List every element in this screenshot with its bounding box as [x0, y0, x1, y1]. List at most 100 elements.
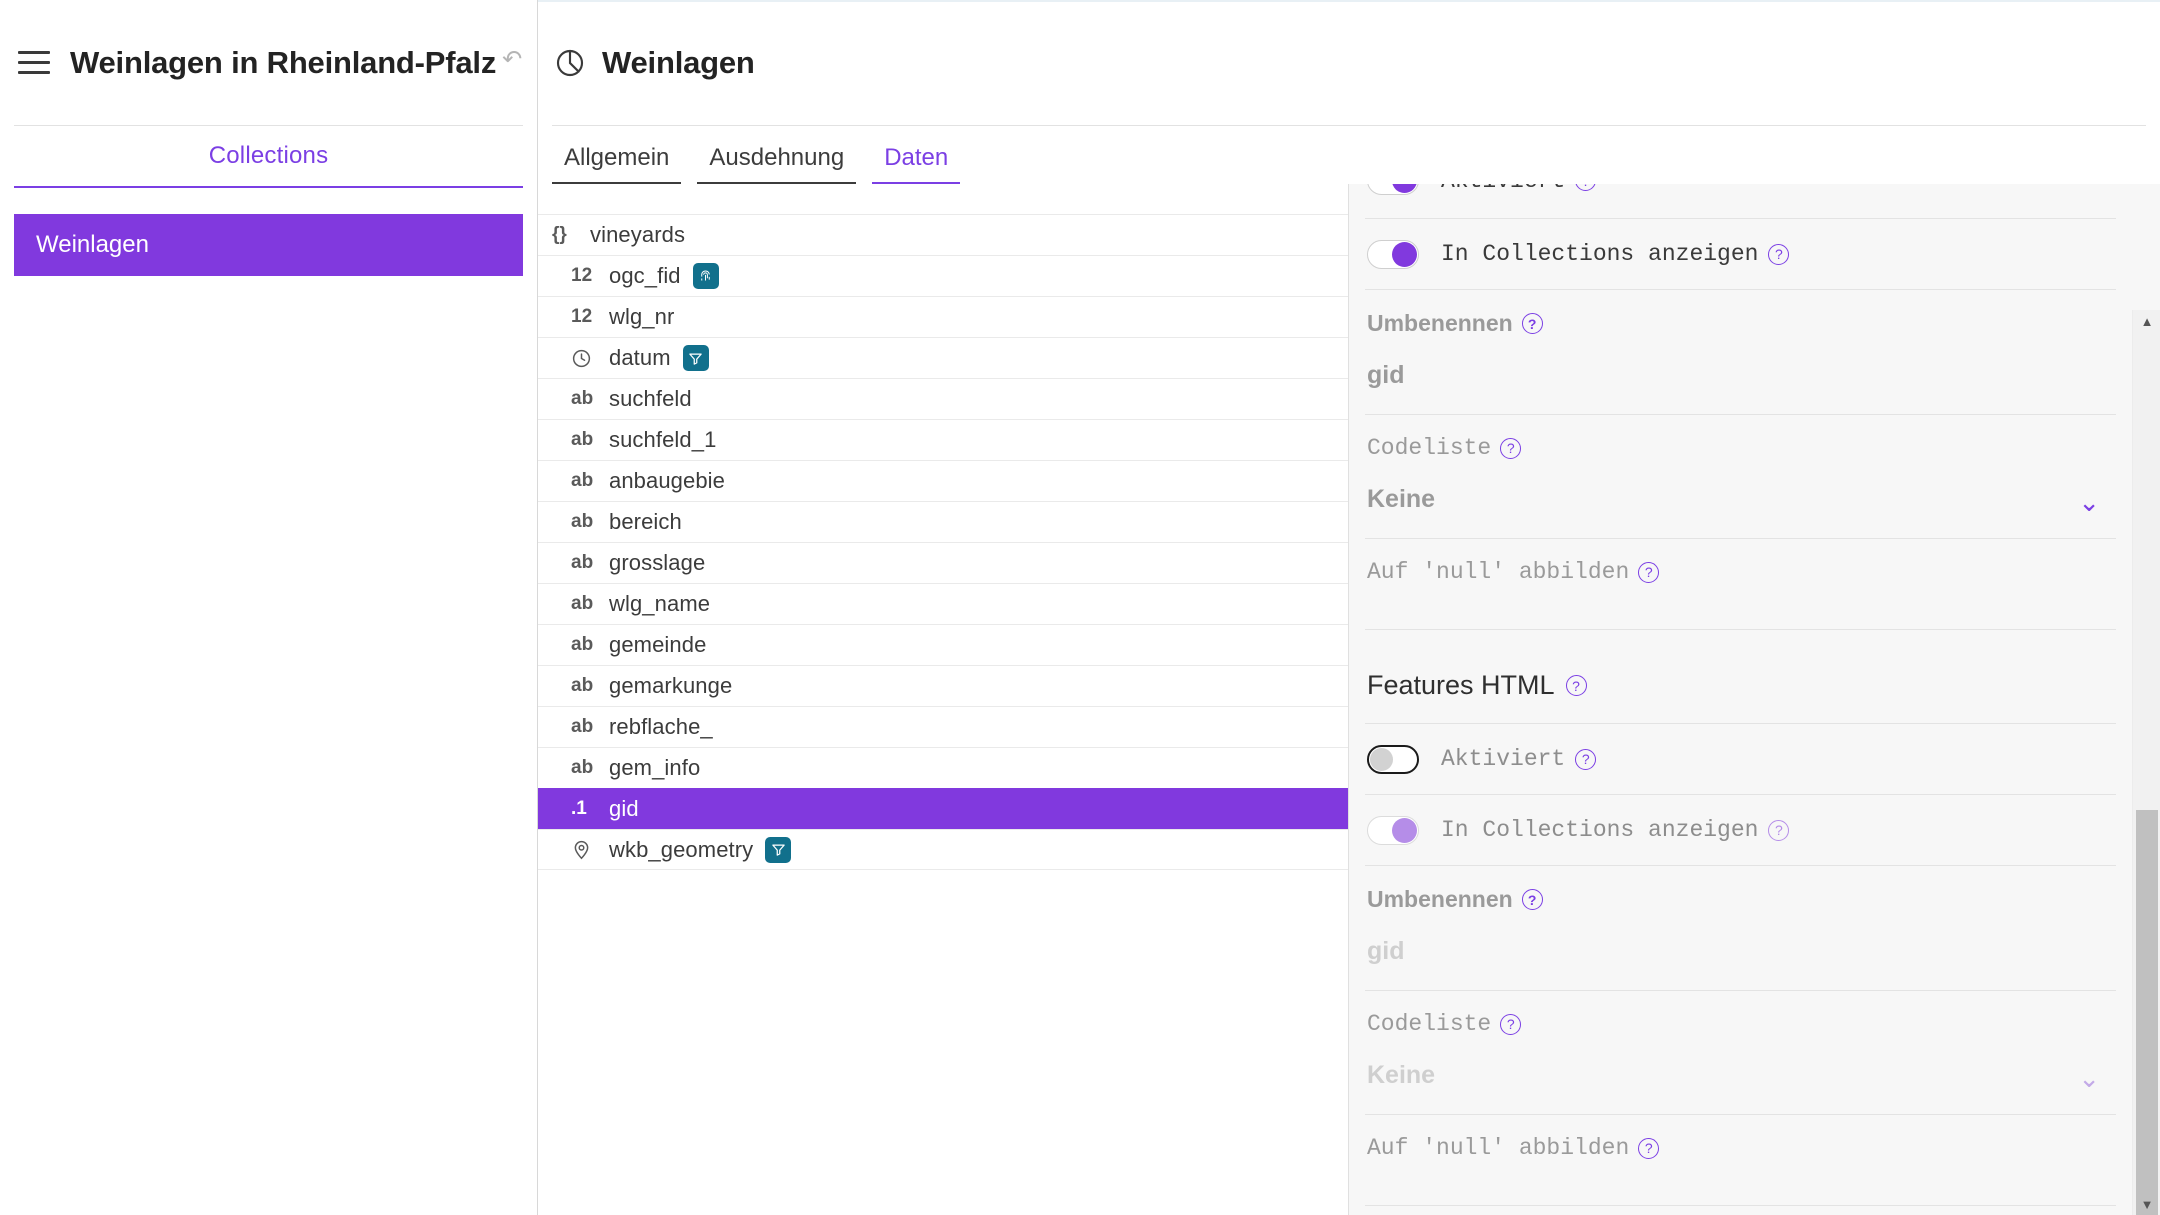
field-name: vineyards [590, 222, 686, 247]
fingerprint-icon[interactable] [692, 263, 719, 289]
question-mark-circle-icon[interactable]: ? [1521, 889, 1543, 910]
codelist-label-features: Codeliste ? [1367, 1011, 2114, 1037]
tab-ausdehnung[interactable]: Ausdehnung [697, 144, 857, 184]
question-mark-circle-icon[interactable]: ? [1565, 675, 1587, 696]
question-mark-circle-icon[interactable]: ? [1500, 1013, 1522, 1035]
field-type-string: ab [571, 675, 594, 696]
field-row-gid[interactable]: .1 gid [538, 788, 1348, 829]
map-to-null-label-top-text: Auf 'null' abbilden [1367, 559, 1630, 585]
field-type-string: ab [571, 716, 594, 737]
vertical-scrollbar[interactable]: ▲ ▼ [2132, 310, 2160, 1215]
codelist-value-features: Keine [1367, 1061, 1436, 1089]
enabled-toggle-features[interactable] [1367, 744, 1419, 774]
enabled-label-features-text: Aktiviert [1441, 746, 1566, 772]
field-row-rebflache_[interactable]: ab rebflache_ [538, 706, 1348, 747]
enabled-label-top-text: Aktiviert [1441, 184, 1565, 194]
rename-row-features: Umbenennen ? gid [1365, 866, 2116, 991]
field-name: gem_info [609, 755, 701, 780]
undo-icon[interactable]: ↶ [502, 47, 522, 72]
field-row-gemarkunge[interactable]: ab gemarkunge [538, 665, 1348, 706]
enabled-label-top: Aktiviert ? [1441, 184, 1597, 194]
map-to-null-label-features: Auf 'null' abbilden ? [1367, 1135, 2114, 1161]
show-in-collections-toggle-features[interactable] [1367, 815, 1419, 845]
enabled-toggle-top[interactable] [1367, 184, 1419, 195]
filter-icon[interactable] [682, 345, 709, 371]
rename-input-top[interactable]: gid [1367, 361, 2114, 394]
sidebar-header: Weinlagen in Rheinland-Pfalz ↶ [0, 0, 537, 125]
schema-field-list: {} vineyards 12 ogc_fid 12 wlg_nrdatum ab suchf… [538, 184, 1348, 1215]
scroll-up-arrow[interactable]: ▲ [2133, 310, 2160, 332]
field-type-string: ab [571, 429, 594, 450]
map-to-null-label-top: Auf 'null' abbilden ? [1367, 559, 2114, 585]
field-row-gem_info[interactable]: ab gem_info [538, 747, 1348, 788]
codelist-row-top: Codeliste ? Keine ⌄ [1365, 415, 2116, 539]
main-panel: Weinlagen Allgemein Ausdehnung Daten {} v… [538, 0, 2160, 1215]
field-row-vineyards[interactable]: {} vineyards [538, 214, 1348, 255]
field-row-bereich[interactable]: ab bereich [538, 501, 1348, 542]
field-row-suchfeld[interactable]: ab suchfeld [538, 378, 1348, 419]
field-name: anbaugebie [609, 468, 726, 493]
features-html-title-text: Features HTML [1367, 670, 1555, 700]
show-in-collections-label-top-text: In Collections anzeigen [1441, 241, 1759, 267]
enabled-label-features: Aktiviert ? [1441, 746, 1597, 772]
codelist-label-features-text: Codeliste [1367, 1011, 1492, 1037]
field-row-wkb_geometry[interactable]: wkb_geometry [538, 829, 1348, 870]
enabled-row-top: Aktiviert ? [1365, 184, 2116, 219]
hamburger-icon[interactable] [18, 48, 52, 78]
tab-collections[interactable]: Collections [209, 142, 329, 170]
field-row-suchfeld_1[interactable]: ab suchfeld_1 [538, 419, 1348, 460]
property-settings-content: Aktiviert ? In Collections anzeigen ? [1349, 184, 2132, 1206]
filter-icon[interactable] [765, 836, 792, 863]
field-row-ogc_fid[interactable]: 12 ogc_fid [538, 255, 1348, 296]
sidebar-item-weinlagen[interactable]: Weinlagen [14, 214, 523, 276]
field-row-anbaugebie[interactable]: ab anbaugebie [538, 460, 1348, 501]
main-header: Weinlagen [538, 0, 2160, 125]
tab-allgemein[interactable]: Allgemein [552, 144, 682, 184]
field-type-string: ab [571, 552, 594, 573]
rename-label-top: Umbenennen ? [1367, 310, 2114, 337]
field-name: datum [609, 345, 671, 370]
rename-input-features[interactable]: gid [1367, 937, 2114, 970]
field-row-datum[interactable]: datum [538, 337, 1348, 378]
question-mark-circle-icon[interactable]: ? [1638, 1137, 1660, 1159]
codelist-select-top[interactable]: Keine ⌄ [1367, 485, 2114, 518]
field-row-gemeinde[interactable]: ab gemeinde [538, 624, 1348, 665]
question-mark-circle-icon[interactable]: ? [1768, 243, 1790, 265]
show-in-collections-toggle-top[interactable] [1367, 239, 1419, 269]
property-settings-panel: Aktiviert ? In Collections anzeigen ? [1348, 184, 2160, 1215]
sidebar-collection-list: Weinlagen [0, 188, 537, 276]
field-type-string: ab [571, 634, 594, 655]
question-mark-circle-icon[interactable]: ? [1575, 748, 1597, 770]
field-type-string: ab [571, 511, 594, 532]
field-name: bereich [609, 509, 682, 534]
scroll-down-arrow[interactable]: ▼ [2133, 1193, 2160, 1215]
field-row-wlg_name[interactable]: ab wlg_name [538, 583, 1348, 624]
features-html-section-header: Features HTML ? [1365, 630, 2116, 724]
field-name: rebflache_ [609, 714, 713, 739]
codelist-label-top: Codeliste ? [1367, 435, 2114, 461]
tab-daten[interactable]: Daten [872, 144, 961, 184]
sidebar-title: Weinlagen in Rheinland-Pfalz [70, 44, 497, 80]
chevron-down-icon: ⌄ [2078, 486, 2100, 517]
field-type-string: ab [571, 388, 594, 409]
sidebar: Weinlagen in Rheinland-Pfalz ↶ Collectio… [0, 0, 538, 1215]
page-title: Weinlagen [602, 44, 755, 80]
sidebar-tabbar: Collections [14, 126, 523, 188]
field-type-float: .1 [571, 798, 587, 819]
question-mark-circle-icon[interactable]: ? [1768, 819, 1790, 841]
scrollbar-thumb[interactable] [2136, 810, 2158, 1215]
question-mark-circle-icon[interactable]: ? [1521, 313, 1543, 334]
question-mark-circle-icon[interactable]: ? [1638, 561, 1660, 583]
field-row-grosslage[interactable]: ab grosslage [538, 542, 1348, 583]
field-type-integer: 12 [571, 306, 593, 327]
field-type-string: ab [571, 593, 594, 614]
question-mark-circle-icon[interactable]: ? [1500, 437, 1522, 459]
main-tabbar: Allgemein Ausdehnung Daten [538, 126, 2160, 184]
field-name: gemarkunge [609, 673, 733, 698]
codelist-select-features[interactable]: Keine ⌄ [1367, 1061, 2114, 1094]
field-row-wlg_nr[interactable]: 12 wlg_nr [538, 296, 1348, 337]
field-name: wlg_nr [609, 304, 675, 329]
field-name: gid [609, 796, 639, 821]
question-mark-circle-icon[interactable]: ? [1575, 184, 1597, 191]
main-content: {} vineyards 12 ogc_fid 12 wlg_nrdatum ab suchf… [538, 184, 2160, 1215]
